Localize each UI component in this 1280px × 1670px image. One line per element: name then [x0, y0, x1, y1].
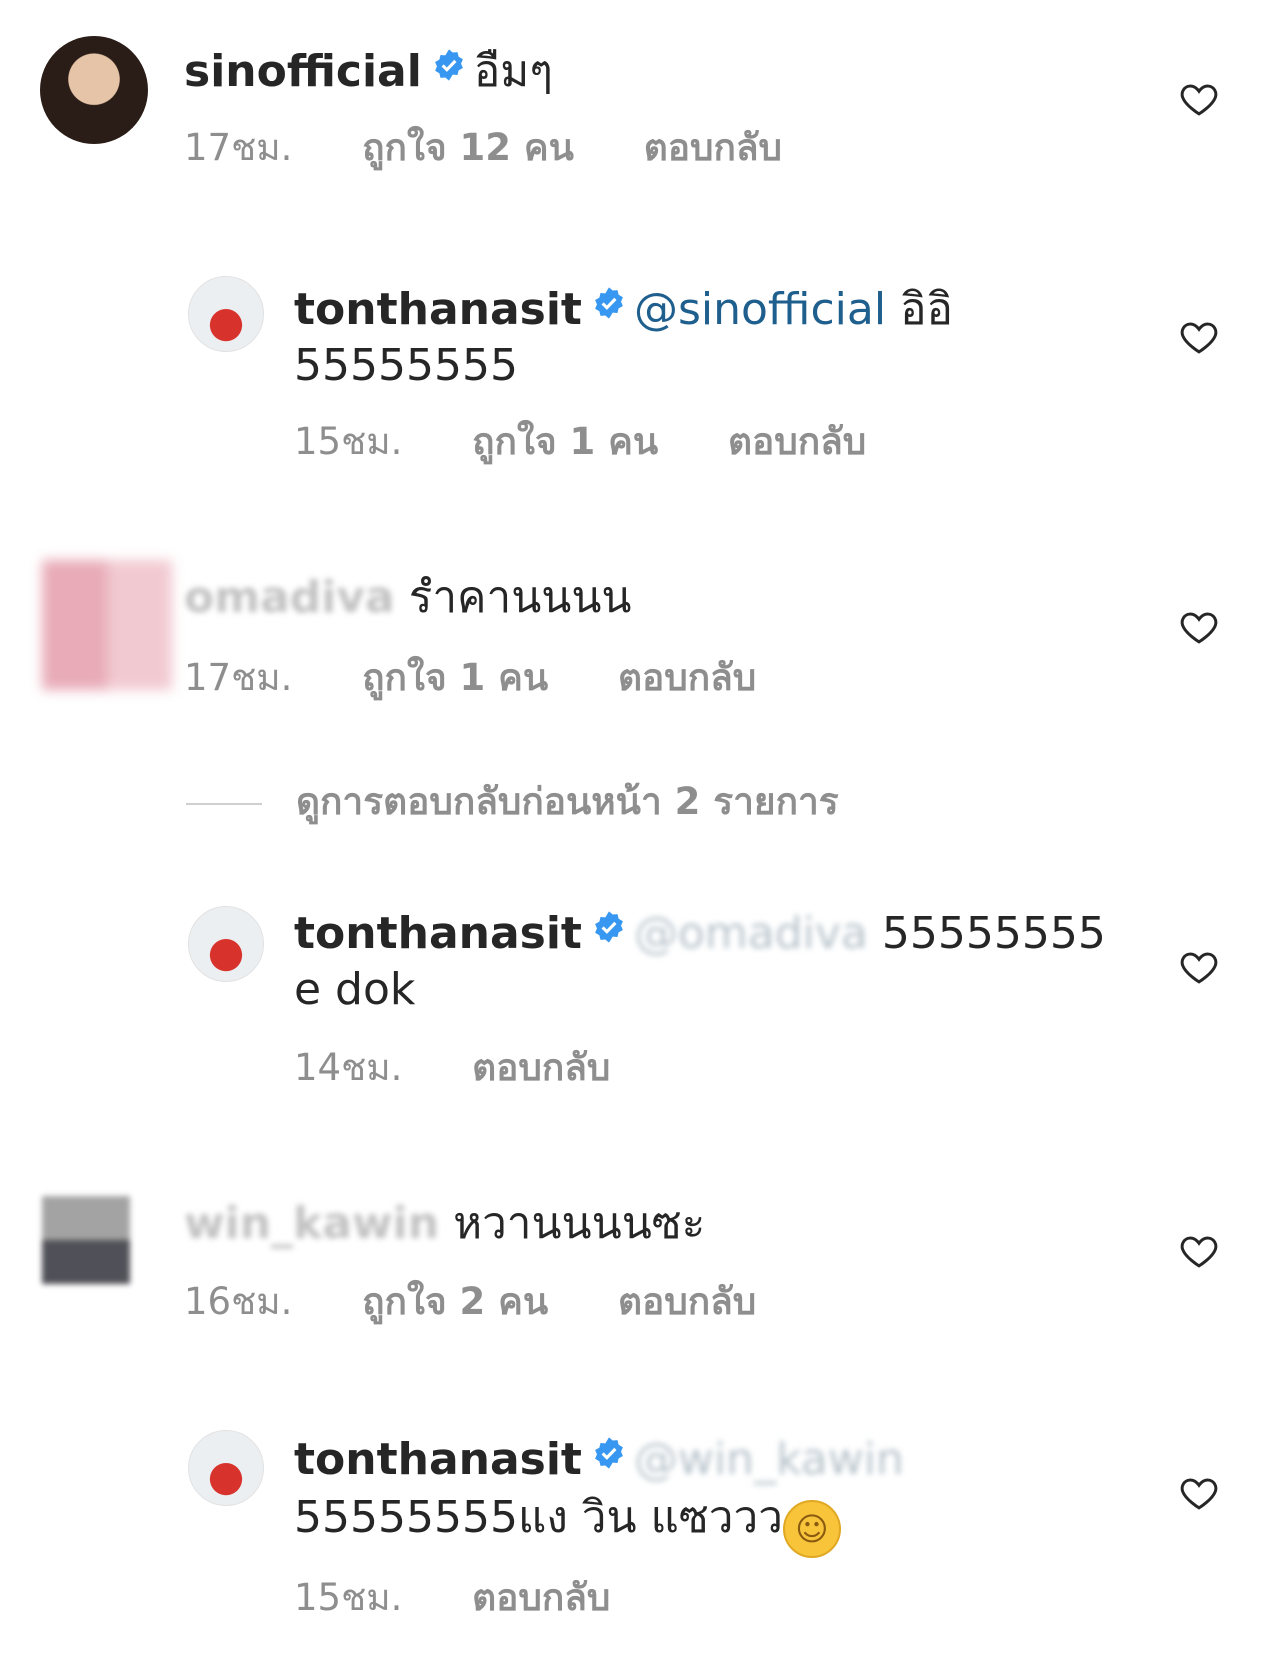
verified-badge-icon [595, 911, 623, 943]
verified-badge-icon [595, 287, 623, 319]
avatar[interactable] [188, 1430, 264, 1506]
timestamp: 17ชม. [184, 126, 293, 169]
comment-meta: 15ชม. ถูกใจ 1 คน ตอบกลับ [294, 420, 866, 464]
reply-button[interactable]: ตอบกลับ [618, 656, 756, 700]
username[interactable]: omadiva [184, 572, 395, 623]
username[interactable]: sinofficial [184, 46, 422, 97]
comment-meta: 17ชม. ถูกใจ 12 คน ตอบกลับ [184, 126, 782, 170]
username[interactable]: tonthanasit [294, 284, 582, 335]
timestamp: 15ชม. [294, 1576, 403, 1619]
comment-text: 55555555แง วิน แซววว [294, 1492, 783, 1543]
mention-link[interactable]: @win_kawin [634, 1434, 904, 1485]
comment-text: รำคานนนน [408, 572, 632, 623]
mention-link[interactable]: @sinofficial [634, 284, 886, 335]
reply-button[interactable]: ตอบกลับ [644, 126, 782, 170]
comment-body: sinofficial อืมๆ [184, 44, 553, 100]
heart-outline-icon[interactable] [1178, 316, 1220, 358]
divider [186, 802, 262, 805]
comment-text-line2: e dok [294, 964, 416, 1015]
comment-text: อืมๆ [473, 46, 553, 97]
comment-body: win_kawin หวานนนนซะ [184, 1196, 705, 1252]
heart-outline-icon[interactable] [1178, 1472, 1220, 1514]
heart-outline-icon[interactable] [1178, 78, 1220, 120]
smiling-face-emoji-icon: ☺ [782, 1500, 841, 1558]
comment-body: tonthanasit @omadiva 55555555 [294, 906, 1106, 962]
comment-text: หวานนนนซะ [453, 1198, 706, 1249]
avatar[interactable] [188, 906, 264, 982]
heart-outline-icon[interactable] [1178, 606, 1220, 648]
avatar[interactable] [188, 276, 264, 352]
avatar[interactable] [42, 1196, 130, 1284]
reply-button[interactable]: ตอบกลับ [472, 1046, 610, 1090]
comment-meta: 15ชม. ตอบกลับ [294, 1576, 610, 1620]
likes-count[interactable]: ถูกใจ 1 คน [472, 420, 658, 464]
comment-meta: 14ชม. ตอบกลับ [294, 1046, 610, 1090]
reply-button[interactable]: ตอบกลับ [618, 1280, 756, 1324]
avatar[interactable] [42, 560, 172, 690]
username[interactable]: win_kawin [184, 1198, 439, 1249]
timestamp: 16ชม. [184, 1280, 293, 1323]
likes-count[interactable]: ถูกใจ 2 คน [362, 1280, 548, 1324]
verified-badge-icon [434, 49, 463, 81]
heart-outline-icon[interactable] [1178, 1230, 1220, 1272]
comment-text-line2: 55555555 [294, 340, 518, 391]
timestamp: 17ชม. [184, 656, 293, 699]
username[interactable]: tonthanasit [294, 908, 582, 959]
reply-button[interactable]: ตอบกลับ [728, 420, 866, 464]
comment-text: อิอิ [900, 284, 953, 335]
comment-body: omadiva รำคานนนน [184, 570, 632, 626]
mention-link[interactable]: @omadiva [634, 908, 868, 959]
reply-button[interactable]: ตอบกลับ [472, 1576, 610, 1620]
timestamp: 14ชม. [294, 1046, 403, 1089]
avatar[interactable] [40, 36, 148, 144]
timestamp: 15ชม. [294, 420, 403, 463]
view-replies-label: ดูการตอบกลับก่อนหน้า 2 รายการ [296, 780, 839, 823]
username[interactable]: tonthanasit [294, 1434, 582, 1485]
view-previous-replies[interactable]: ดูการตอบกลับก่อนหน้า 2 รายการ [186, 780, 839, 824]
likes-count[interactable]: ถูกใจ 12 คน [362, 126, 574, 170]
heart-outline-icon[interactable] [1178, 946, 1220, 988]
comment-body: tonthanasit @win_kawin [294, 1432, 904, 1488]
likes-count[interactable]: ถูกใจ 1 คน [362, 656, 548, 700]
comment-meta: 16ชม. ถูกใจ 2 คน ตอบกลับ [184, 1280, 756, 1324]
verified-badge-icon [595, 1437, 623, 1469]
comment-text-line2: 55555555แง วิน แซววว ☺ [294, 1490, 841, 1558]
comment-meta: 17ชม. ถูกใจ 1 คน ตอบกลับ [184, 656, 756, 700]
comment-body: tonthanasit @sinofficial อิอิ [294, 282, 953, 338]
comment-text: 55555555 [881, 908, 1106, 959]
